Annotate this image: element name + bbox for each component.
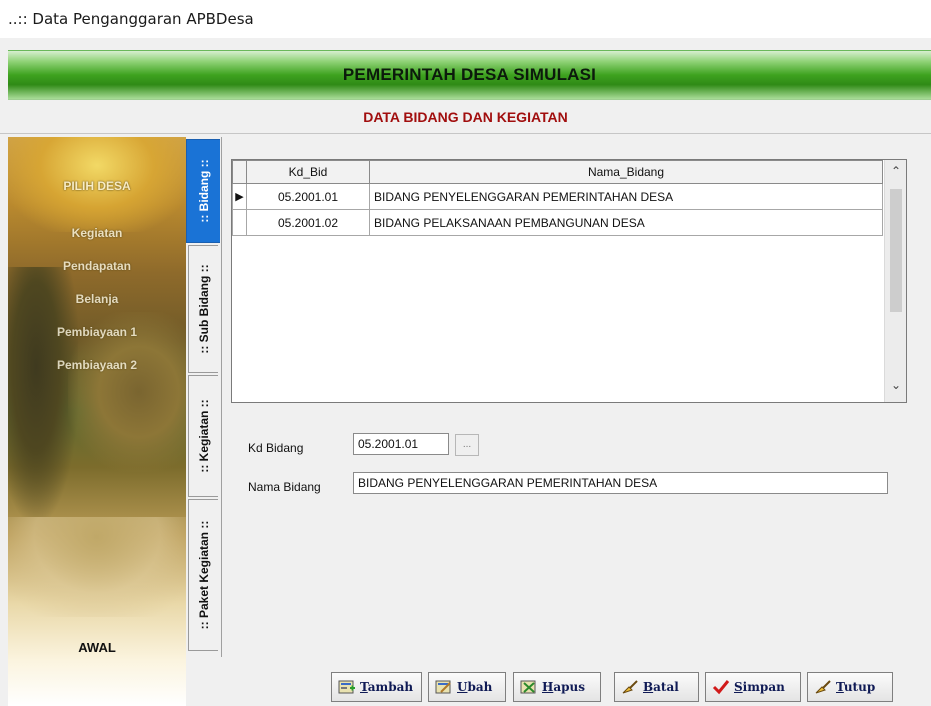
kd-bidang-lookup-button[interactable]: ... <box>455 434 479 456</box>
ubah-button-label: Ubah <box>457 680 492 694</box>
header-banner: PEMERINTAH DESA SIMULASI <box>8 50 931 100</box>
tambah-mnemonic: T <box>360 680 368 694</box>
simpan-text: impan <box>742 680 785 694</box>
tab-bidang-label: :: Bidang :: <box>196 159 211 223</box>
close-brush-icon <box>815 680 831 694</box>
table-row[interactable]: 05.2001.02 BIDANG PELAKSANAAN PEMBANGUNA… <box>232 209 883 236</box>
kd-bidang-field[interactable]: 05.2001.01 <box>353 433 449 455</box>
add-record-icon <box>338 680 355 694</box>
table-header-row: Kd_Bid Nama_Bidang <box>232 160 883 184</box>
tutup-text: utup <box>843 680 876 694</box>
simpan-button-label: Simpan <box>734 680 785 694</box>
hapus-mnemonic: H <box>542 680 554 694</box>
sidebar-item-kegiatan[interactable]: Kegiatan <box>8 226 186 240</box>
simpan-mnemonic: S <box>734 680 743 694</box>
sidebar-item-pilih-desa[interactable]: PILIH DESA <box>8 179 186 193</box>
sidebar-item-pembiayaan-2[interactable]: Pembiayaan 2 <box>8 358 186 372</box>
grid-vertical-scrollbar[interactable]: ⌃ ⌄ <box>884 160 906 402</box>
scroll-up-chevron-icon[interactable]: ⌃ <box>885 164 907 178</box>
ubah-button[interactable]: Ubah <box>428 672 506 702</box>
nama-bidang-label: Nama Bidang <box>248 480 321 494</box>
tab-paket-kegiatan-label: :: Paket Kegiatan :: <box>196 520 211 630</box>
hapus-button[interactable]: Hapus <box>513 672 601 702</box>
batal-mnemonic: B <box>643 680 654 694</box>
sidebar-item-belanja[interactable]: Belanja <box>8 292 186 306</box>
tab-kegiatan-label: :: Kegiatan :: <box>196 399 211 473</box>
cell-kd-bid[interactable]: 05.2001.01 <box>246 183 370 210</box>
cell-nama-bidang[interactable]: BIDANG PELAKSANAAN PEMBANGUNAN DESA <box>369 209 883 236</box>
application-window: ..:: Data Penganggaran APBDesa PEMERINTA… <box>0 0 931 706</box>
table-row[interactable]: ▶ 05.2001.01 BIDANG PENYELENGGARAN PEMER… <box>232 183 883 210</box>
tutup-button-label: Tutup <box>836 680 875 694</box>
header-title: PEMERINTAH DESA SIMULASI <box>342 65 597 84</box>
hapus-button-label: Hapus <box>542 680 585 694</box>
tutup-mnemonic: T <box>836 680 844 694</box>
column-header-kd-bid[interactable]: Kd_Bid <box>246 160 370 184</box>
hapus-text: apus <box>553 680 585 694</box>
tab-content-bidang: Kd_Bid Nama_Bidang ▶ 05.2001.01 BIDANG P… <box>221 137 931 706</box>
batal-button-label: Batal <box>643 680 679 694</box>
tab-bidang[interactable]: :: Bidang :: <box>186 139 220 243</box>
edit-record-icon <box>435 680 451 694</box>
title-bar: ..:: Data Penganggaran APBDesa <box>0 0 931 38</box>
sidebar-item-pendapatan[interactable]: Pendapatan <box>8 259 186 273</box>
nama-bidang-field[interactable]: BIDANG PENYELENGGARAN PEMERINTAHAN DESA <box>353 472 888 494</box>
kd-bidang-label: Kd Bidang <box>248 441 304 455</box>
scroll-thumb[interactable] <box>890 189 902 312</box>
sidebar-item-pembiayaan-1[interactable]: Pembiayaan 1 <box>8 325 186 339</box>
bidang-grid[interactable]: Kd_Bid Nama_Bidang ▶ 05.2001.01 BIDANG P… <box>231 159 907 403</box>
tambah-button[interactable]: Tambah <box>331 672 422 702</box>
window-title: ..:: Data Penganggaran APBDesa <box>8 10 254 28</box>
cell-kd-bid[interactable]: 05.2001.02 <box>246 209 370 236</box>
content-frame-left <box>221 137 222 657</box>
simpan-button[interactable]: Simpan <box>705 672 801 702</box>
column-header-nama-bidang[interactable]: Nama_Bidang <box>369 160 883 184</box>
ubah-text: bah <box>467 680 493 694</box>
scroll-down-chevron-icon[interactable]: ⌄ <box>885 378 907 392</box>
bidang-table: Kd_Bid Nama_Bidang ▶ 05.2001.01 BIDANG P… <box>232 160 883 236</box>
tutup-button[interactable]: Tutup <box>807 672 893 702</box>
cell-nama-bidang[interactable]: BIDANG PENYELENGGARAN PEMERINTAHAN DESA <box>369 183 883 210</box>
sidebar-background-ground <box>8 517 186 617</box>
tab-sub-bidang[interactable]: :: Sub Bidang :: <box>188 245 218 373</box>
row-indicator <box>232 209 247 236</box>
batal-button[interactable]: Batal <box>614 672 699 702</box>
checkmark-icon <box>712 680 730 695</box>
subheader-title: DATA BIDANG DAN KEGIATAN <box>363 109 568 125</box>
subheader: DATA BIDANG DAN KEGIATAN <box>0 104 931 134</box>
cancel-brush-icon <box>622 680 638 694</box>
ubah-mnemonic: U <box>457 680 468 694</box>
tab-kegiatan[interactable]: :: Kegiatan :: <box>188 375 218 497</box>
delete-record-icon <box>520 680 536 694</box>
tambah-text: ambah <box>367 680 414 694</box>
sidebar: PILIH DESA Kegiatan Pendapatan Belanja P… <box>8 137 186 706</box>
tab-sub-bidang-label: :: Sub Bidang :: <box>196 264 211 354</box>
row-selector-arrow-icon: ▶ <box>232 183 247 210</box>
sidebar-item-awal[interactable]: AWAL <box>8 640 186 655</box>
row-indicator-header <box>232 160 247 184</box>
tab-paket-kegiatan[interactable]: :: Paket Kegiatan :: <box>188 499 218 651</box>
vertical-tab-strip: :: Bidang :: :: Sub Bidang :: :: Kegiata… <box>186 137 222 657</box>
tambah-button-label: Tambah <box>360 680 413 694</box>
batal-text: atal <box>653 680 679 694</box>
